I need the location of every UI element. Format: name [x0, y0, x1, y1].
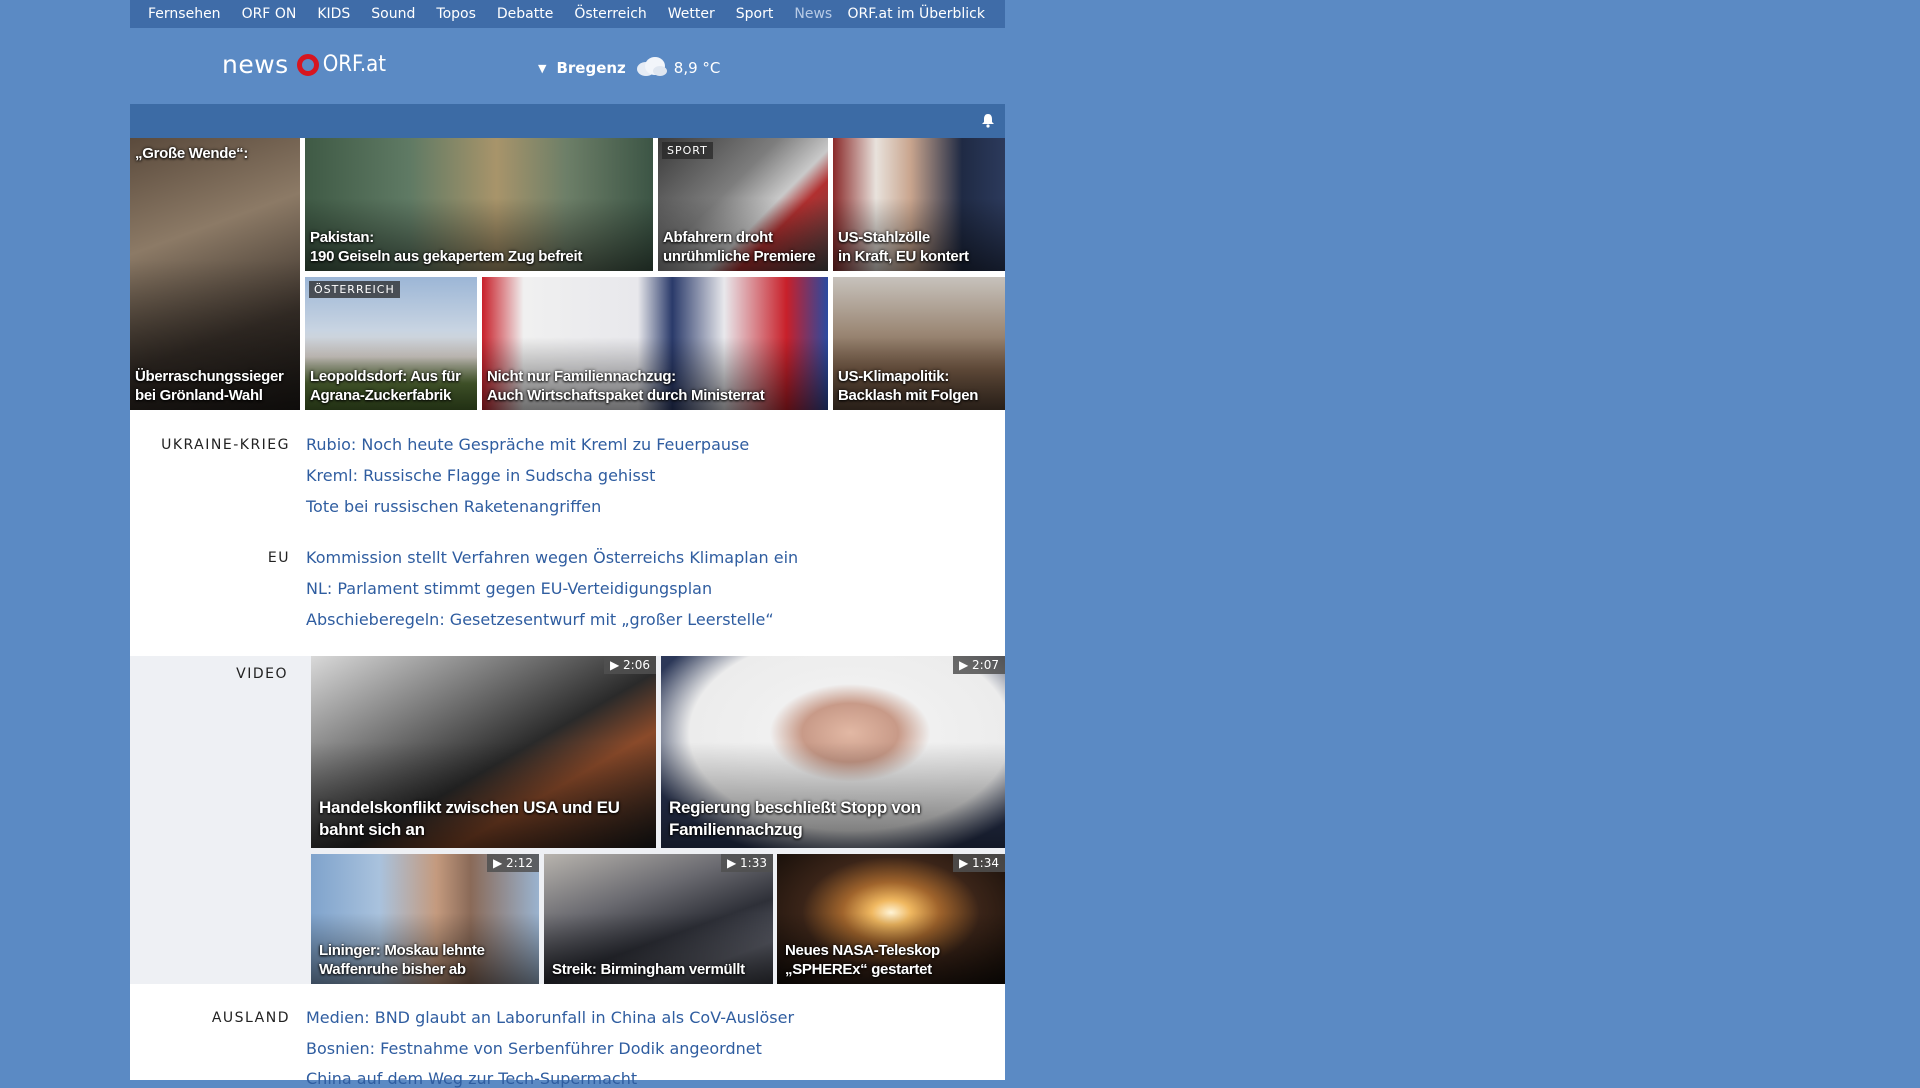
tile-headline: Leopoldsdorf: Aus für Agrana-Zuckerfabri… [310, 367, 473, 405]
section-label-video: VIDEO [236, 666, 288, 682]
top-navigation: Fernsehen ORF ON KIDS Sound Topos Debatt… [130, 0, 1005, 28]
nav-fernsehen[interactable]: Fernsehen [148, 6, 221, 22]
nav-sport[interactable]: Sport [736, 6, 774, 22]
tile-headline-line2: Waffenruhe bisher ab [319, 961, 466, 978]
orf-eye-icon [296, 53, 319, 76]
headline-link[interactable]: NL: Parlament stimmt gegen EU-Verteidigu… [306, 579, 712, 598]
dropdown-triangle-icon: ▼ [538, 61, 547, 75]
tile-headline-line1: Pakistan: [310, 229, 374, 246]
weather-temperature: 8,9 °C [673, 59, 721, 77]
nav-wetter[interactable]: Wetter [668, 6, 715, 22]
tile-headline: Neues NASA-Teleskop „SPHEREx“ gestartet [785, 941, 1001, 979]
story-tile-ministerrat[interactable]: Nicht nur Familiennachzug: Auch Wirtscha… [482, 277, 828, 410]
story-tile-pakistan[interactable]: Pakistan: 190 Geiseln aus gekapertem Zug… [305, 138, 653, 271]
video-duration-value: 2:07 [972, 658, 999, 672]
tile-headline-line1: US-Klimapolitik: [838, 368, 950, 385]
cloud-icon [634, 55, 668, 81]
video-tile-handelskonflikt[interactable]: ▶ 2:06 Handelskonflikt zwischen USA und … [311, 656, 656, 848]
tile-headline: Streik: Birmingham vermüllt [552, 960, 769, 979]
headline-link[interactable]: Bosnien: Festnahme von Serbenführer Dodi… [306, 1039, 762, 1058]
video-duration-value: 1:34 [972, 856, 999, 870]
tile-headline: Handelskonflikt zwischen USA und EU bahn… [319, 797, 652, 841]
tile-headline-line2: 190 Geiseln aus gekapertem Zug befreit [310, 248, 583, 265]
tile-headline-line2: Auch Wirtschaftspaket durch Ministerrat [487, 387, 765, 404]
tile-headline-line1: US-Stahlzölle [838, 229, 930, 246]
nav-debatte[interactable]: Debatte [497, 6, 553, 22]
headline-link[interactable]: Rubio: Noch heute Gespräche mit Kreml zu… [306, 435, 749, 454]
video-tile-familiennachzug[interactable]: ▶ 2:07 Regierung beschließt Stopp von Fa… [661, 656, 1005, 848]
story-tile-ski[interactable]: SPORT Abfahrern droht unrühmliche Premie… [658, 138, 828, 271]
nav-news-active[interactable]: News [794, 6, 832, 22]
tile-category-tag: SPORT [662, 142, 713, 159]
tile-headline: Regierung beschließt Stopp von Familienn… [669, 797, 1001, 841]
headline-link[interactable]: Abschieberegeln: Gesetzesentwurf mit „gr… [306, 610, 774, 629]
tile-headline-line2: Backlash mit Folgen [838, 387, 979, 404]
video-duration: ▶ 1:33 [721, 854, 773, 872]
tile-headline-line2: Familiennachzug [669, 820, 803, 839]
headline-link[interactable]: Kommission stellt Verfahren wegen Österr… [306, 548, 798, 567]
tile-headline: Pakistan: 190 Geiseln aus gekapertem Zug… [310, 228, 649, 266]
video-tile-birmingham[interactable]: ▶ 1:33 Streik: Birmingham vermüllt [544, 854, 773, 984]
tile-headline-line1: Lininger: Moskau lehnte [319, 942, 485, 959]
tile-headline: US-Stahlzölle in Kraft, EU kontert [838, 228, 1001, 266]
story-tile-stahlzoelle[interactable]: US-Stahlzölle in Kraft, EU kontert [833, 138, 1005, 271]
tile-kicker: „Große Wende“: [135, 145, 249, 162]
page: Fernsehen ORF ON KIDS Sound Topos Debatt… [130, 0, 1005, 1088]
nav-oesterreich[interactable]: Österreich [574, 6, 646, 22]
story-tile-groenland[interactable]: „Große Wende“: Überraschungssieger bei G… [130, 138, 300, 410]
tile-headline-line1: Streik: Birmingham vermüllt [552, 961, 745, 978]
site-header: news ORF.at ▼ Bregenz 8,9 °C [130, 28, 1005, 104]
logo-orf-text: ORF.at [322, 52, 387, 77]
section-label-ukraine: UKRAINE-KRIEG [161, 437, 290, 453]
video-duration: ▶ 2:06 [604, 656, 656, 674]
tile-headline: Abfahrern droht unrühmliche Premiere [663, 228, 824, 266]
tile-headline-line1: Nicht nur Familiennachzug: [487, 368, 676, 385]
video-duration: ▶ 2:07 [953, 656, 1005, 674]
nav-kids[interactable]: KIDS [317, 6, 350, 22]
tile-headline-line1: Handelskonflikt zwischen USA und EU [319, 798, 620, 817]
logo-news-text: news [222, 50, 289, 79]
bell-icon[interactable] [981, 113, 995, 132]
video-duration: ▶ 2:12 [487, 854, 539, 872]
weather-widget[interactable]: ▼ Bregenz 8,9 °C [538, 55, 720, 81]
nav-orf-on[interactable]: ORF ON [242, 6, 297, 22]
video-tile-lininger[interactable]: ▶ 2:12 Lininger: Moskau lehnte Waffenruh… [311, 854, 539, 984]
video-duration: ▶ 1:34 [953, 854, 1005, 872]
section-label-eu: EU [267, 550, 290, 566]
video-duration-value: 1:33 [740, 856, 767, 870]
tile-headline-line1: Leopoldsdorf: Aus für [310, 368, 461, 385]
headline-link[interactable]: Tote bei russischen Raketenangriffen [306, 497, 601, 516]
tile-headline-line1: Neues NASA-Teleskop [785, 942, 940, 959]
tile-category-tag: ÖSTERREICH [309, 281, 400, 298]
tile-headline-line1: Abfahrern droht [663, 229, 773, 246]
video-duration-value: 2:12 [506, 856, 533, 870]
tile-headline: US-Klimapolitik: Backlash mit Folgen [838, 367, 1001, 405]
tile-headline: Lininger: Moskau lehnte Waffenruhe bishe… [319, 941, 535, 979]
video-section: VIDEO ▶ 2:06 Handelskonflikt zwischen US… [130, 656, 1005, 984]
tile-headline-line2: „SPHEREx“ gestartet [785, 961, 932, 978]
headline-link[interactable]: Medien: BND glaubt an Laborunfall in Chi… [306, 1008, 794, 1027]
nav-sound[interactable]: Sound [371, 6, 415, 22]
tile-headline: Nicht nur Familiennachzug: Auch Wirtscha… [487, 367, 824, 405]
nav-topos[interactable]: Topos [436, 6, 475, 22]
section-label-ausland: AUSLAND [211, 1010, 290, 1026]
tile-headline-line1: Regierung beschließt Stopp von [669, 798, 921, 817]
tile-headline-line2: bahnt sich an [319, 820, 425, 839]
weather-location: Bregenz [556, 59, 626, 77]
headline-link[interactable]: Kreml: Russische Flagge in Sudscha gehis… [306, 466, 655, 485]
tile-headline-line2: unrühmliche Premiere [663, 248, 816, 265]
story-tile-agrana[interactable]: ÖSTERREICH Leopoldsdorf: Aus für Agrana-… [305, 277, 477, 410]
video-duration-value: 2:06 [623, 658, 650, 672]
story-tile-klimapolitik[interactable]: US-Klimapolitik: Backlash mit Folgen [833, 277, 1005, 410]
nav-orf-overview[interactable]: ORF.at im Überblick [848, 6, 985, 22]
tile-headline: Überraschungssieger bei Grönland-Wahl [135, 368, 284, 404]
tile-headline-line2: in Kraft, EU kontert [838, 248, 969, 265]
main-content: „Große Wende“: Überraschungssieger bei G… [130, 138, 1005, 1088]
tile-headline-line2: Agrana-Zuckerfabrik [310, 387, 452, 404]
video-tile-spherex[interactable]: ▶ 1:34 Neues NASA-Teleskop „SPHEREx“ ges… [777, 854, 1005, 984]
news-orf-logo[interactable]: news ORF.at [222, 50, 386, 79]
section-bar [130, 104, 1005, 138]
headline-link[interactable]: China auf dem Weg zur Tech-Supermacht [306, 1069, 637, 1088]
